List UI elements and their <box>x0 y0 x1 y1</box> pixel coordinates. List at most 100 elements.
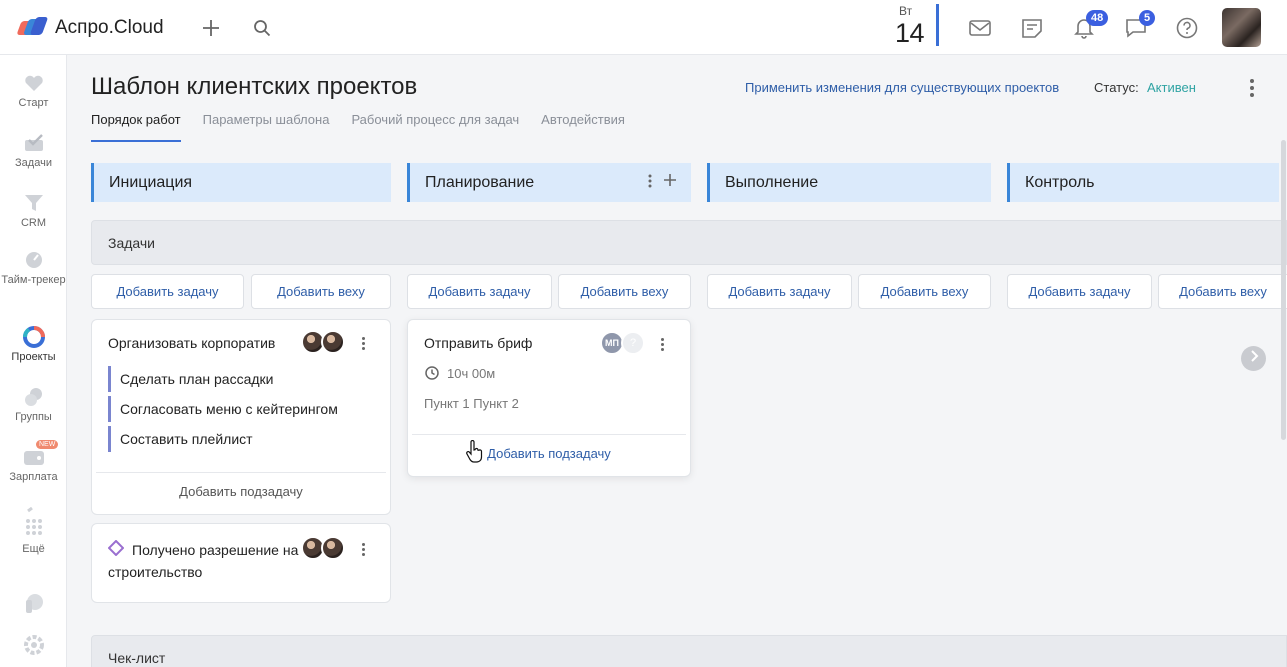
sidebar-item-label: CRM <box>20 217 47 229</box>
heart-icon <box>22 72 46 94</box>
unassigned-avatar[interactable]: ? <box>621 331 645 355</box>
column-header-planning[interactable]: Планирование <box>407 163 691 202</box>
add-task-button[interactable]: Добавить задачу <box>1007 274 1152 309</box>
settings-icon <box>22 634 46 656</box>
clock-icon <box>425 366 439 383</box>
sidebar-item-tasks[interactable]: Задачи <box>0 132 67 169</box>
column-add-icon[interactable] <box>663 173 677 194</box>
sidebar-app-icon[interactable] <box>0 592 67 617</box>
column-title: Выполнение <box>725 174 819 191</box>
sidebar-item-label: Тайм-трекер <box>1 274 66 286</box>
add-milestone-button[interactable]: Добавить веху <box>1158 274 1287 309</box>
top-bar: Аспро.Cloud Вт 14 48 5 <box>0 0 1287 55</box>
app-logo[interactable]: Аспро.Cloud <box>16 15 164 41</box>
task-card-brief[interactable]: Отправить бриф МП ? 10ч 00м Пункт 1 Пунк… <box>407 319 691 477</box>
tab-work-order[interactable]: Порядок работ <box>91 111 181 142</box>
section-title: Чек-лист <box>108 650 166 666</box>
column-menu-icon[interactable] <box>647 173 653 194</box>
add-milestone-button[interactable]: Добавить веху <box>858 274 991 309</box>
add-milestone-button[interactable]: Добавить веху <box>251 274 391 309</box>
date-day-of-week: Вт <box>899 4 913 18</box>
mail-icon[interactable] <box>966 14 994 42</box>
card-menu-icon[interactable] <box>656 335 668 353</box>
new-badge: NEW <box>36 440 59 449</box>
date-day: 14 <box>895 18 925 48</box>
sidebar-item-projects[interactable]: Проекты <box>0 326 67 363</box>
hand-cursor-icon <box>466 439 484 467</box>
column-title: Планирование <box>425 174 535 191</box>
column-title: Контроль <box>1025 174 1095 191</box>
sidebar-item-crm[interactable]: CRM <box>0 192 67 229</box>
column-tools <box>647 173 677 194</box>
add-task-button[interactable]: Добавить задачу <box>707 274 852 309</box>
sidebar-item-groups[interactable]: Группы <box>0 386 67 423</box>
help-icon[interactable] <box>1173 14 1201 42</box>
app-name: Аспро.Cloud <box>55 17 164 38</box>
wallet-icon <box>22 446 46 468</box>
milestone-title[interactable]: Получено разрешение на строительство <box>108 539 308 583</box>
subtask-item[interactable]: Составить плейлист <box>108 426 253 452</box>
sidebar-item-label: Зарплата <box>9 471 58 483</box>
subtask-item[interactable]: Сделать план рассадки <box>108 366 273 392</box>
sidebar-item-label: Задачи <box>15 157 52 169</box>
column-header-control[interactable]: Контроль <box>1007 163 1279 202</box>
status-label: Статус: <box>1094 80 1139 95</box>
sidebar-item-label: Ещё <box>22 543 45 555</box>
user-avatar[interactable] <box>1222 8 1261 47</box>
column-header-execution[interactable]: Выполнение <box>707 163 991 202</box>
task-card-corporate[interactable]: Организовать корпоратив Сделать план рас… <box>91 319 391 515</box>
messages-badge: 5 <box>1139 10 1156 26</box>
column-header-initiation[interactable]: Инициация <box>91 163 391 202</box>
search-icon[interactable] <box>248 14 276 42</box>
add-task-button[interactable]: Добавить задачу <box>91 274 244 309</box>
sidebar-settings[interactable] <box>0 634 67 659</box>
notifications-badge: 48 <box>1086 10 1109 26</box>
section-title: Задачи <box>108 235 156 251</box>
section-tasks[interactable]: Задачи <box>91 220 1287 265</box>
sidebar-item-label: Группы <box>15 411 52 423</box>
task-title[interactable]: Организовать корпоратив <box>108 335 275 351</box>
sidebar-item-salary[interactable]: NEW Зарплата <box>0 440 67 483</box>
more-options-icon[interactable] <box>1244 77 1260 99</box>
notes-icon[interactable] <box>1018 14 1046 42</box>
vertical-scrollbar[interactable] <box>1281 140 1286 440</box>
timer-icon <box>22 248 46 270</box>
projects-icon <box>22 326 46 348</box>
aspro-icon <box>22 592 46 614</box>
tasks-icon <box>22 132 46 154</box>
tab-autoactions[interactable]: Автодействия <box>541 111 625 142</box>
groups-icon <box>22 386 46 408</box>
date-widget[interactable]: Вт 14 <box>895 4 939 48</box>
sidebar-item-more[interactable]: Ещё <box>0 506 67 555</box>
sidebar-item-label: Проекты <box>11 351 56 363</box>
time-estimate: 10ч 00м <box>447 366 496 381</box>
card-menu-icon[interactable] <box>357 540 369 558</box>
subtask-item[interactable]: Согласовать меню с кейтерингом <box>108 396 338 422</box>
grid-icon <box>22 506 46 540</box>
logo-mark-icon <box>16 17 49 39</box>
sidebar: Старт Задачи CRM Тайм-трекер Проекты Гру… <box>0 55 67 667</box>
card-menu-icon[interactable] <box>357 334 369 352</box>
apply-changes-link[interactable]: Применить изменения для существующих про… <box>745 80 1059 95</box>
sidebar-item-time-tracker[interactable]: Тайм-трекер <box>0 248 67 287</box>
task-title[interactable]: Отправить бриф <box>424 335 532 351</box>
tabs: Порядок работ Параметры шаблона Рабочий … <box>91 111 647 143</box>
plus-icon[interactable] <box>197 14 225 42</box>
funnel-icon <box>22 192 46 214</box>
sidebar-item-label: Старт <box>18 97 49 109</box>
add-subtask-button[interactable]: Добавить подзадачу <box>96 472 386 512</box>
status-value[interactable]: Активен <box>1147 80 1196 95</box>
add-task-button[interactable]: Добавить задачу <box>407 274 552 309</box>
section-checklist[interactable]: Чек-лист <box>91 635 1287 667</box>
sidebar-item-start[interactable]: Старт <box>0 72 67 109</box>
add-milestone-button[interactable]: Добавить веху <box>558 274 691 309</box>
tab-template-params[interactable]: Параметры шаблона <box>203 111 330 142</box>
assignee-avatar[interactable] <box>321 330 345 354</box>
assignee-avatar[interactable] <box>321 536 345 560</box>
tab-workflow[interactable]: Рабочий процесс для задач <box>351 111 519 142</box>
page-title: Шаблон клиентских проектов <box>91 73 418 100</box>
checklist-preview[interactable]: Пункт 1 Пункт 2 <box>424 396 519 411</box>
scroll-right-button[interactable] <box>1241 346 1266 371</box>
add-subtask-button[interactable]: Добавить подзадачу <box>412 434 686 474</box>
milestone-card-permit[interactable]: Получено разрешение на строительство <box>91 523 391 603</box>
